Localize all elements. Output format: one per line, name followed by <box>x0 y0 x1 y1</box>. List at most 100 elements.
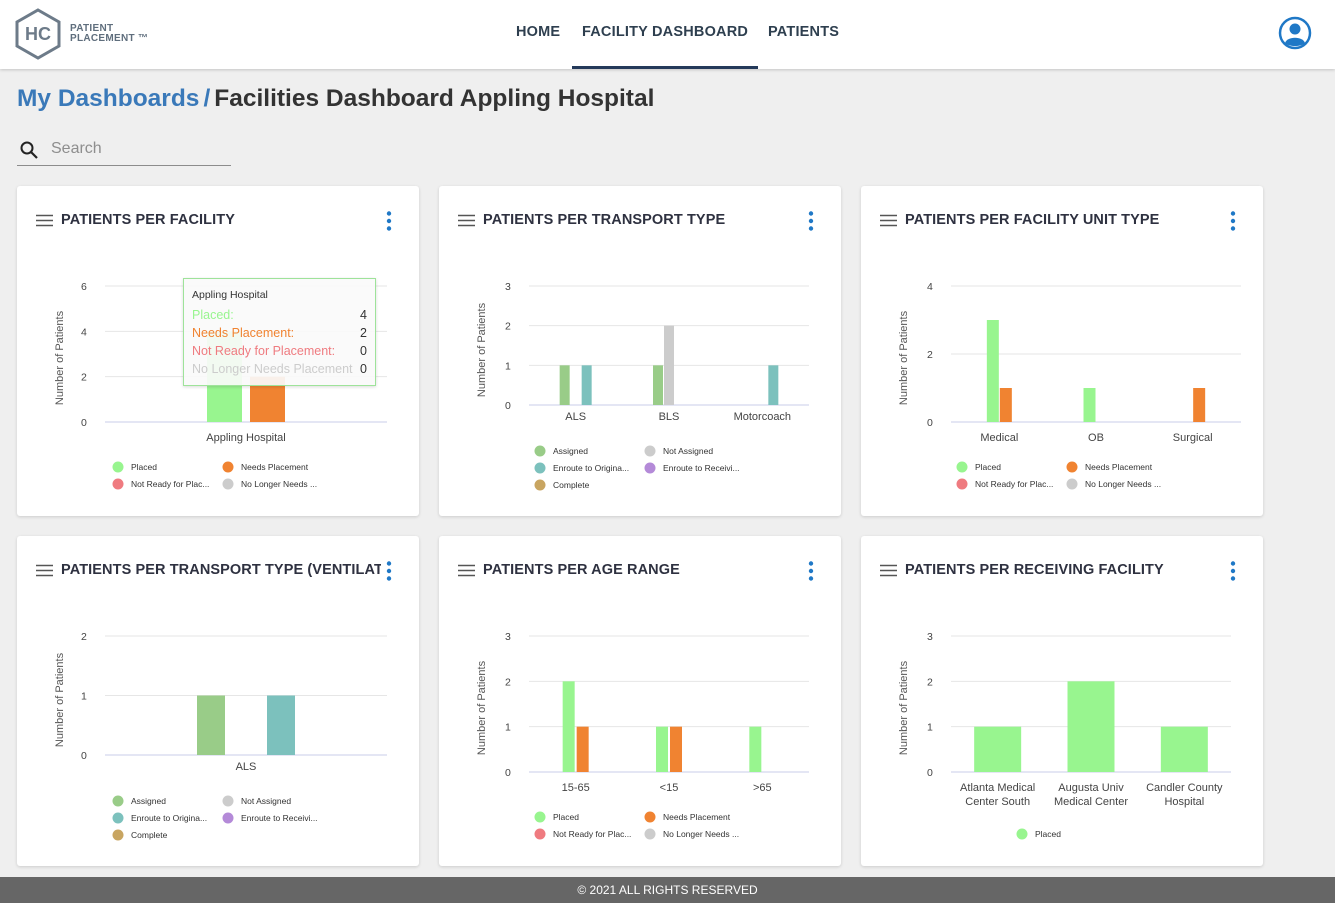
bar-placed-atlanta-medical-center-south[interactable] <box>974 726 1022 772</box>
bar-enroute-to-origina-als[interactable] <box>267 695 295 756</box>
breadcrumb: My Dashboards / Facilities Dashboard Appli… <box>17 85 654 113</box>
y-axis-label: Number of Patients <box>898 310 910 405</box>
legend-swatch[interactable] <box>222 812 234 824</box>
bar-placed-65[interactable] <box>749 726 762 772</box>
tooltip-row-value: 0 <box>360 344 367 358</box>
bar-enroute-to-origina-als[interactable] <box>581 365 592 405</box>
breadcrumb-my-dashboards[interactable]: My Dashboards <box>17 85 199 112</box>
top-navbar: HC PATIENT PLACEMENT ™ HOME FACILITY DAS… <box>0 0 1335 69</box>
bar-placed-augusta-univ-medical-center[interactable] <box>1067 681 1115 772</box>
active-nav-indicator <box>572 66 758 69</box>
search-box <box>17 134 231 166</box>
legend-swatch[interactable] <box>644 811 656 823</box>
chart-tooltip: Appling Hospital Placed: 4 Needs Placement… <box>183 278 376 386</box>
card-patients-per-age-range: PATIENTS PER AGE RANGE 0 1 2 3 Number of Pati… <box>439 536 841 866</box>
y-tick-label: 2 <box>927 676 933 688</box>
bar-needs-placement-medical[interactable] <box>999 388 1012 422</box>
legend-label[interactable]: Not Assigned <box>241 796 291 806</box>
bar-needs-placement-15[interactable] <box>670 726 682 772</box>
x-category-label: Motorcoach <box>734 411 791 423</box>
legend-swatch[interactable] <box>222 478 234 490</box>
legend-swatch[interactable] <box>644 445 656 457</box>
bar-placed-15[interactable] <box>656 726 668 772</box>
bar-needs-placement-surgical[interactable] <box>1193 388 1206 422</box>
legend-swatch[interactable] <box>1066 461 1078 473</box>
legend-swatch[interactable] <box>956 478 968 490</box>
legend-swatch[interactable] <box>1066 478 1078 490</box>
bar-placed-15-65[interactable] <box>562 681 575 772</box>
legend-swatch[interactable] <box>1016 828 1028 840</box>
legend-label[interactable]: No Longer Needs ... <box>663 829 739 839</box>
legend-swatch[interactable] <box>956 461 968 473</box>
legend-label[interactable]: Assigned <box>131 796 166 806</box>
y-tick-label: 0 <box>81 417 87 429</box>
legend-label[interactable]: Enroute to Receivi... <box>663 463 740 473</box>
tooltip-row-label: Needs Placement: <box>192 326 295 340</box>
legend-swatch[interactable] <box>222 461 234 473</box>
bar-placed-medical[interactable] <box>986 320 999 422</box>
legend-label[interactable]: Complete <box>553 480 590 490</box>
nav-patients[interactable]: PATIENTS <box>768 24 839 40</box>
bar-chart: 0 1 2 3 Number of Patients 15-65 <15 >65 Placed N… <box>476 631 809 840</box>
legend-label[interactable]: Complete <box>131 830 168 840</box>
x-category-label: Medical Center <box>1054 796 1128 808</box>
legend-label[interactable]: Not Ready for Plac... <box>975 479 1053 489</box>
legend-label[interactable]: No Longer Needs ... <box>241 479 317 489</box>
legend-swatch[interactable] <box>112 461 124 473</box>
nav-home[interactable]: HOME <box>516 24 560 40</box>
user-account-icon[interactable] <box>1278 16 1312 50</box>
card-patients-per-receiving-facility: PATIENTS PER RECEIVING FACILITY 0 1 2 3 Numbe… <box>861 536 1263 866</box>
y-tick-label: 2 <box>81 372 87 384</box>
y-tick-label: 1 <box>505 360 511 372</box>
x-category-label: Atlanta Medical <box>960 782 1035 794</box>
legend-label[interactable]: Not Ready for Plac... <box>553 829 631 839</box>
legend-label[interactable]: Assigned <box>553 446 588 456</box>
bar-placed-ob[interactable] <box>1083 388 1096 422</box>
legend-label[interactable]: Not Assigned <box>663 446 713 456</box>
x-category-label: Appling Hospital <box>206 432 286 444</box>
bar-assigned-als[interactable] <box>197 695 225 756</box>
tooltip-row-value: 4 <box>360 308 367 322</box>
bar-placed-candler-county-hospital[interactable] <box>1160 726 1208 772</box>
y-axis-label: Number of Patients <box>54 652 66 747</box>
breadcrumb-separator: / <box>203 85 211 112</box>
legend-swatch[interactable] <box>534 811 546 823</box>
legend-label[interactable]: Needs Placement <box>241 462 309 472</box>
legend-swatch[interactable] <box>112 829 124 841</box>
bar-enroute-to-origina-motorcoach[interactable] <box>768 365 779 405</box>
legend-label[interactable]: Not Ready for Plac... <box>131 479 209 489</box>
legend-swatch[interactable] <box>644 828 656 840</box>
legend-label[interactable]: Needs Placement <box>1085 462 1153 472</box>
legend-swatch[interactable] <box>534 479 546 491</box>
nav-facility-dashboard[interactable]: FACILITY DASHBOARD <box>582 24 748 40</box>
legend-swatch[interactable] <box>534 445 546 457</box>
legend-swatch[interactable] <box>644 462 656 474</box>
legend-label[interactable]: No Longer Needs ... <box>1085 479 1161 489</box>
y-axis-label: Number of Patients <box>476 302 488 397</box>
y-tick-label: 4 <box>81 326 87 338</box>
legend-label[interactable]: Placed <box>553 812 579 822</box>
legend-label[interactable]: Placed <box>131 462 157 472</box>
bar-assigned-bls[interactable] <box>653 365 663 405</box>
legend-label[interactable]: Placed <box>975 462 1001 472</box>
x-category-label: >65 <box>753 782 772 794</box>
legend-swatch[interactable] <box>112 795 124 807</box>
tooltip-row-value: 2 <box>360 326 367 340</box>
legend-label[interactable]: Placed <box>1035 829 1061 839</box>
legend-label[interactable]: Enroute to Origina... <box>553 463 629 473</box>
legend-label[interactable]: Needs Placement <box>663 812 731 822</box>
legend-label[interactable]: Enroute to Receivi... <box>241 813 318 823</box>
legend-label[interactable]: Enroute to Origina... <box>131 813 207 823</box>
y-tick-label: 4 <box>927 281 933 293</box>
bar-assigned-als[interactable] <box>559 365 570 405</box>
legend-swatch[interactable] <box>534 828 546 840</box>
legend-swatch[interactable] <box>112 812 124 824</box>
search-input[interactable] <box>51 138 227 160</box>
bar-needs-placement-15-65[interactable] <box>576 726 589 772</box>
x-category-label: ALS <box>565 411 586 423</box>
legend-swatch[interactable] <box>112 478 124 490</box>
tooltip-row: Not Ready for Placement: 0 <box>192 342 367 360</box>
legend-swatch[interactable] <box>222 795 234 807</box>
legend-swatch[interactable] <box>534 462 546 474</box>
bar-not-assigned-bls[interactable] <box>664 325 674 405</box>
